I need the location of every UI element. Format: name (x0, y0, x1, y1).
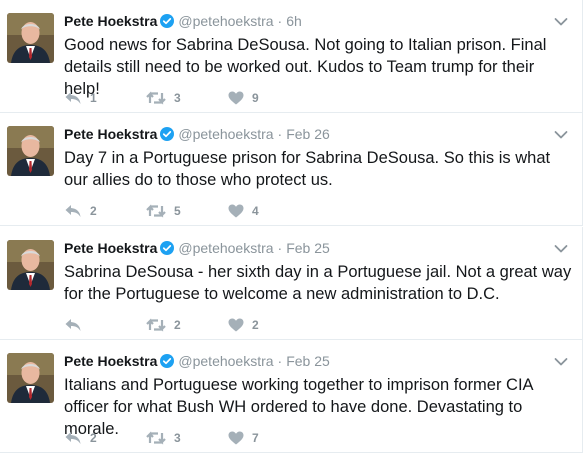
meta-separator: · (277, 240, 283, 256)
verified-badge-icon (160, 354, 175, 368)
avatar-photo (7, 13, 54, 63)
heart-icon (228, 431, 244, 445)
reply-button[interactable] (64, 318, 146, 332)
tweet-header: Pete Hoekstra @petehoekstra · Feb 25 (64, 239, 330, 257)
verified-badge-icon (160, 127, 175, 141)
tweet-timestamp[interactable]: Feb 25 (286, 240, 330, 256)
tweet-timestamp[interactable]: Feb 26 (286, 126, 330, 142)
avatar[interactable] (7, 353, 54, 403)
tweet[interactable]: Pete Hoekstra @petehoekstra · 6h Good ne… (0, 0, 583, 113)
verified-badge-icon (160, 241, 175, 255)
author-name[interactable]: Pete Hoekstra (64, 240, 157, 256)
avatar[interactable] (7, 13, 54, 63)
tweet[interactable]: Pete Hoekstra @petehoekstra · Feb 25 Sab… (0, 227, 583, 340)
reply-count: 1 (90, 91, 97, 105)
chevron-down-icon[interactable] (554, 241, 568, 253)
avatar-photo (7, 126, 54, 176)
tweet-timestamp[interactable]: 6h (286, 13, 302, 29)
retweet-icon (146, 91, 166, 105)
tweet-timestamp[interactable]: Feb 25 (286, 353, 330, 369)
heart-icon (228, 204, 244, 218)
author-handle[interactable]: @petehoekstra (178, 353, 273, 369)
avatar-photo (7, 240, 54, 290)
like-count: 4 (252, 204, 259, 218)
retweet-button[interactable]: 3 (146, 431, 228, 445)
retweet-icon (146, 204, 166, 218)
tweet-header: Pete Hoekstra @petehoekstra · 6h (64, 12, 302, 30)
retweet-icon (146, 431, 166, 445)
like-count: 7 (252, 431, 259, 445)
reply-icon (65, 432, 81, 444)
heart-icon (228, 91, 244, 105)
meta-separator: · (277, 126, 283, 142)
retweet-count: 5 (174, 204, 181, 218)
like-button[interactable]: 2 (228, 318, 259, 332)
tweet[interactable]: Pete Hoekstra @petehoekstra · Feb 26 Day… (0, 113, 583, 226)
retweet-count: 3 (174, 91, 181, 105)
reply-icon (65, 92, 81, 104)
retweet-icon (146, 318, 166, 332)
reply-button[interactable]: 1 (64, 91, 146, 105)
retweet-button[interactable]: 3 (146, 91, 228, 105)
tweet-header: Pete Hoekstra @petehoekstra · Feb 25 (64, 352, 330, 370)
reply-icon (65, 319, 81, 331)
avatar[interactable] (7, 126, 54, 176)
author-name[interactable]: Pete Hoekstra (64, 13, 157, 29)
reply-button[interactable]: 2 (64, 431, 146, 445)
tweet-text: Day 7 in a Portuguese prison for Sabrina… (64, 149, 551, 189)
reply-count: 2 (90, 431, 97, 445)
retweet-count: 2 (174, 318, 181, 332)
avatar[interactable] (7, 240, 54, 290)
retweet-button[interactable]: 5 (146, 204, 228, 218)
author-handle[interactable]: @petehoekstra (178, 240, 273, 256)
like-button[interactable]: 7 (228, 431, 259, 445)
tweet-actions: 2 2 (64, 316, 259, 334)
tweet-timeline: Pete Hoekstra @petehoekstra · 6h Good ne… (0, 0, 585, 453)
like-count: 9 (252, 91, 259, 105)
tweet[interactable]: Pete Hoekstra @petehoekstra · Feb 25 Ita… (0, 340, 583, 453)
tweet-actions: 1 3 9 (64, 89, 259, 107)
author-handle[interactable]: @petehoekstra (178, 13, 273, 29)
reply-button[interactable]: 2 (64, 204, 146, 218)
tweet-actions: 2 3 7 (64, 429, 259, 447)
retweet-button[interactable]: 2 (146, 318, 228, 332)
retweet-count: 3 (174, 431, 181, 445)
author-name[interactable]: Pete Hoekstra (64, 353, 157, 369)
chevron-down-icon[interactable] (554, 127, 568, 139)
reply-count: 2 (90, 204, 97, 218)
author-name[interactable]: Pete Hoekstra (64, 126, 157, 142)
like-button[interactable]: 4 (228, 204, 259, 218)
meta-separator: · (277, 13, 283, 29)
tweet-actions: 2 5 4 (64, 202, 259, 220)
tweet-header: Pete Hoekstra @petehoekstra · Feb 26 (64, 125, 330, 143)
verified-badge-icon (160, 14, 175, 28)
meta-separator: · (277, 353, 283, 369)
chevron-down-icon[interactable] (554, 14, 568, 26)
author-handle[interactable]: @petehoekstra (178, 126, 273, 142)
like-button[interactable]: 9 (228, 91, 259, 105)
tweet-text: Sabrina DeSousa - her sixth day in a Por… (64, 263, 572, 303)
chevron-down-icon[interactable] (554, 354, 568, 366)
reply-icon (65, 205, 81, 217)
heart-icon (228, 318, 244, 332)
avatar-photo (7, 353, 54, 403)
like-count: 2 (252, 318, 259, 332)
